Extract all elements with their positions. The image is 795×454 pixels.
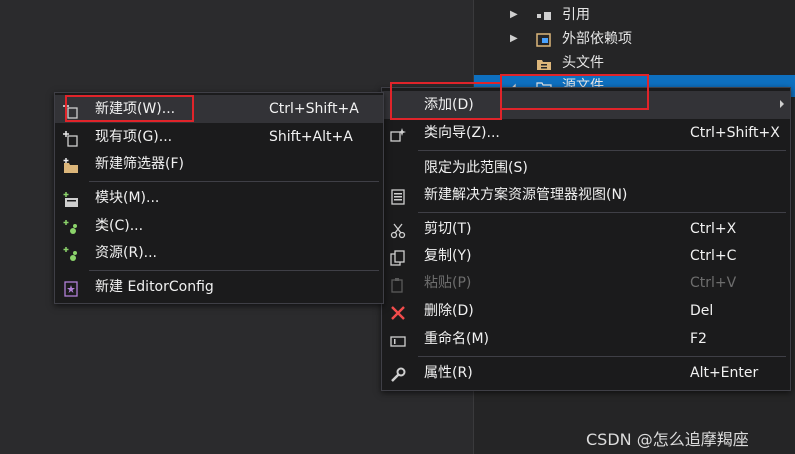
module-icon <box>63 190 79 207</box>
submenu-item-class[interactable]: 类(C)... <box>55 212 383 240</box>
menu-item-copy[interactable]: 复制(Y) Ctrl+C <box>382 242 790 270</box>
menu-item-delete[interactable]: 删除(D) Del <box>382 297 790 325</box>
highlight-box-new-item <box>65 95 194 122</box>
menu-item-scope-to-this[interactable]: 限定为此范围(S) <box>382 154 790 182</box>
expand-arrow-icon[interactable]: ▶ <box>510 4 518 26</box>
context-menu: 添加(D) 类向导(Z)... Ctrl+Shift+X 限定为此范围(S) 新… <box>381 87 791 391</box>
menu-separator <box>418 356 786 357</box>
tree-item-label: 外部依赖项 <box>562 31 632 47</box>
references-icon <box>536 8 552 22</box>
submenu-item-module[interactable]: 模块(M)... <box>55 184 383 212</box>
resource-icon <box>63 245 79 261</box>
highlight-box-source-files <box>500 74 649 110</box>
new-filter-folder-icon <box>63 156 79 173</box>
tree-item-header-files[interactable]: 头文件 <box>474 52 795 74</box>
menu-item-properties[interactable]: 属性(R) Alt+Enter <box>382 359 790 387</box>
menu-separator <box>89 181 379 182</box>
menu-separator <box>89 270 379 271</box>
expand-arrow-icon[interactable]: ▶ <box>510 28 518 50</box>
menu-item-class-wizard[interactable]: 类向导(Z)... Ctrl+Shift+X <box>382 119 790 147</box>
highlight-box-add <box>390 82 502 120</box>
editorconfig-icon <box>63 279 79 297</box>
menu-item-rename[interactable]: 重命名(M) F2 <box>382 325 790 353</box>
menu-separator <box>418 150 786 151</box>
menu-separator <box>418 212 786 213</box>
submenu-item-resource[interactable]: 资源(R)... <box>55 239 383 267</box>
existing-item-icon <box>63 129 79 147</box>
header-files-folder-icon <box>536 56 552 70</box>
wrench-icon <box>390 365 406 382</box>
tree-item-external-dependencies[interactable]: ▶ 外部依赖项 <box>474 28 795 50</box>
menu-item-paste[interactable]: 粘贴(P) Ctrl+V <box>382 269 790 297</box>
submenu-item-new-filter[interactable]: 新建筛选器(F) <box>55 150 383 178</box>
paste-icon <box>390 275 406 293</box>
scissors-icon <box>390 221 406 239</box>
add-submenu: 新建项(W)... Ctrl+Shift+A 现有项(G)... Shift+A… <box>54 92 384 304</box>
rename-icon <box>390 331 406 347</box>
tree-item-references[interactable]: ▶ 引用 <box>474 4 795 26</box>
class-icon <box>63 218 79 234</box>
class-wizard-icon <box>390 125 406 142</box>
submenu-item-editorconfig[interactable]: 新建 EditorConfig <box>55 273 383 301</box>
delete-x-icon <box>390 303 406 320</box>
external-dependencies-icon <box>536 32 552 47</box>
watermark: CSDN @怎么追摩羯座 <box>586 430 749 449</box>
new-explorer-view-icon <box>390 187 406 205</box>
submenu-arrow-icon <box>780 100 784 108</box>
submenu-item-existing-item[interactable]: 现有项(G)... Shift+Alt+A <box>55 123 383 151</box>
tree-item-label: 引用 <box>562 7 590 23</box>
tree-item-label: 头文件 <box>562 55 604 71</box>
copy-icon <box>390 248 406 266</box>
menu-item-cut[interactable]: 剪切(T) Ctrl+X <box>382 215 790 243</box>
menu-item-new-explorer-view[interactable]: 新建解决方案资源管理器视图(N) <box>382 181 790 209</box>
